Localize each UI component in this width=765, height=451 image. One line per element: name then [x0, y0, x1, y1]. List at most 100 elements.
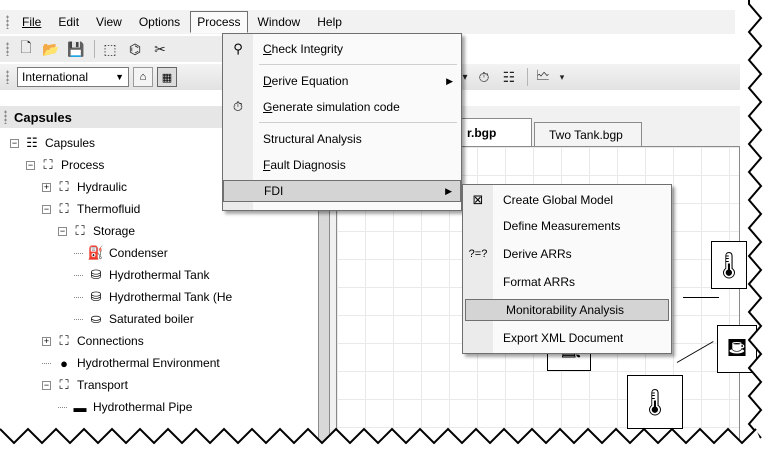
menu-process[interactable]: Process [190, 11, 248, 33]
global-model-icon: ⊠ [472, 192, 484, 207]
menu-view-label: View [96, 15, 122, 29]
menu-item-label: Generate simulation code [253, 100, 400, 114]
tree-node-label: Condenser [109, 246, 168, 260]
collapse-toggle-icon[interactable]: − [10, 138, 19, 148]
menubar-grip[interactable] [6, 15, 9, 29]
menu-item-fdi[interactable]: FDI ▶ [223, 180, 461, 202]
lasso-icon[interactable]: ⌬ [124, 39, 146, 59]
menu-item-label: FDI [264, 184, 284, 198]
tree-node[interactable]: + ⛶ Connections [42, 330, 144, 352]
menu-item-label: Define Measurements [503, 219, 621, 233]
submenu-arrow-icon: ▶ [445, 185, 452, 196]
save-icon[interactable]: 💾 [65, 39, 87, 59]
tree-node[interactable]: − ⛶ Thermofluid [42, 198, 140, 220]
analysis-toolbar: ▾ ⏱ ☷ 🗠 ▾ [460, 64, 570, 90]
expand-toggle-icon[interactable]: + [42, 336, 51, 346]
tree-node-label: Connections [77, 334, 144, 348]
tree-node-label: Transport [77, 378, 128, 392]
menu-item-define-measurements[interactable]: Define Measurements [463, 215, 671, 237]
collapse-toggle-icon[interactable]: − [26, 160, 35, 170]
tree-node-label: Saturated boiler [109, 312, 194, 326]
timer-icon[interactable]: ⏱ [473, 67, 495, 87]
new-file-icon[interactable]: 🗋 [15, 39, 37, 59]
open-folder-icon[interactable]: 📂 [40, 39, 62, 59]
font-select[interactable]: International ▼ [17, 67, 129, 87]
grid-toggle-icon[interactable]: ▦ [157, 67, 177, 87]
menu-item-structural-analysis[interactable]: Structural Analysis [223, 128, 461, 150]
menu-item-export-xml[interactable]: Export XML Document [463, 327, 671, 349]
cut-icon[interactable]: ✂ [149, 39, 171, 59]
tree-node[interactable]: ⛁ Hydrothermal Tank [74, 264, 210, 286]
expand-toggle-icon[interactable]: + [42, 182, 51, 192]
menu-view[interactable]: View [89, 11, 129, 33]
tree-node[interactable]: − ☷ Capsules [10, 132, 95, 154]
menu-item-label: Derive ARRs [503, 247, 572, 261]
menu-window[interactable]: Window [251, 11, 308, 33]
menu-item-label: Monitorability Analysis [506, 303, 625, 317]
process-menu: ⚲ Check Integrity Derive Equation ▶ ⏱ Ge… [222, 33, 462, 211]
toolbar-separator [94, 40, 95, 58]
toolbar-grip-2[interactable] [6, 70, 9, 84]
collapse-toggle-icon[interactable]: − [58, 226, 67, 236]
tab-label: Two Tank.bgp [549, 127, 623, 142]
tab-r-bgp[interactable]: r.bgp [452, 118, 532, 146]
tree-connector [74, 318, 83, 320]
tree-node[interactable]: − ⛶ Storage [58, 220, 135, 242]
menu-options[interactable]: Options [132, 11, 187, 33]
menu-item-check-integrity[interactable]: ⚲ Check Integrity [223, 38, 461, 60]
menu-item-create-global-model[interactable]: ⊠ Create Global Model [463, 189, 671, 211]
chart-report-icon[interactable]: 🗠 [532, 67, 554, 87]
tab-label: r.bgp [467, 125, 497, 140]
connection-line [676, 341, 714, 363]
menu-item-label: Export XML Document [503, 331, 624, 345]
select-rectangle-icon[interactable]: ⬚ [99, 39, 121, 59]
menu-item-generate-code[interactable]: ⏱ Generate simulation code [223, 96, 461, 118]
equations-icon[interactable]: ☷ [498, 67, 520, 87]
tank-icon: ⛁ [90, 289, 102, 304]
menu-item-fault-diagnosis[interactable]: Fault Diagnosis [223, 154, 461, 176]
menu-help[interactable]: Help [310, 11, 349, 33]
tree-node[interactable]: ⛀ Saturated boiler [74, 308, 194, 330]
fdi-submenu: ⊠ Create Global Model Define Measurement… [462, 184, 672, 354]
tree-node[interactable]: − ⛶ Process [26, 154, 104, 176]
menu-item-label: Format ARRs [503, 275, 576, 289]
panel-grip[interactable] [4, 110, 7, 124]
menu-item-label: Structural Analysis [263, 132, 362, 146]
thermometer-icon: 🌡 [638, 386, 672, 417]
tree-node[interactable]: + ⛶ Hydraulic [42, 176, 127, 198]
process-icon: ⛶ [59, 333, 69, 348]
menu-separator [259, 64, 457, 65]
menu-file[interactable]: File [15, 11, 48, 33]
tab-two-tank[interactable]: Two Tank.bgp [534, 122, 642, 146]
tank-icon: ⛁ [90, 267, 102, 282]
tree-node[interactable]: − ⛶ Transport [42, 374, 128, 396]
menu-edit[interactable]: Edit [51, 11, 86, 33]
standard-toolbar: 🗋 📂 💾 ⬚ ⌬ ✂ [0, 36, 232, 62]
process-icon: ⛶ [75, 223, 85, 238]
tree-node[interactable]: ⛽ Condenser [74, 242, 168, 264]
tree-node-label: Hydrothermal Pipe [93, 400, 193, 414]
tree-node[interactable]: ▬ Hydrothermal Pipe [58, 396, 192, 418]
menu-item-format-arrs[interactable]: Format ARRs [463, 271, 671, 293]
collapse-toggle-icon[interactable]: − [42, 204, 51, 214]
mnemonic: G [263, 100, 273, 114]
menu-item-derive-equation[interactable]: Derive Equation ▶ [223, 70, 461, 92]
tree-node-label: Process [61, 158, 105, 172]
overflow-chevron-icon[interactable]: ▾ [557, 67, 567, 87]
menu-file-label: File [22, 15, 42, 29]
collapse-toggle-icon[interactable]: − [42, 380, 51, 390]
tree-node[interactable]: ● Hydrothermal Environment [42, 352, 220, 374]
connection-line [683, 297, 719, 298]
tree-connector [74, 274, 83, 276]
menu-item-derive-arrs[interactable]: ?=? Derive ARRs [463, 243, 671, 265]
environment-icon: ● [60, 355, 68, 371]
toolbar-grip[interactable] [6, 42, 9, 56]
menu-item-monitorability-analysis[interactable]: Monitorability Analysis [465, 299, 669, 321]
menu-item-label: Fault Diagnosis [253, 158, 346, 172]
torn-edge-bottom [0, 427, 765, 451]
text-box-icon[interactable]: ⌂ [133, 67, 153, 87]
tree-connector [74, 296, 83, 298]
pipe-icon: ▬ [73, 399, 87, 415]
tree-connector [42, 362, 51, 364]
tree-node[interactable]: ⛁ Hydrothermal Tank (He [74, 286, 232, 308]
